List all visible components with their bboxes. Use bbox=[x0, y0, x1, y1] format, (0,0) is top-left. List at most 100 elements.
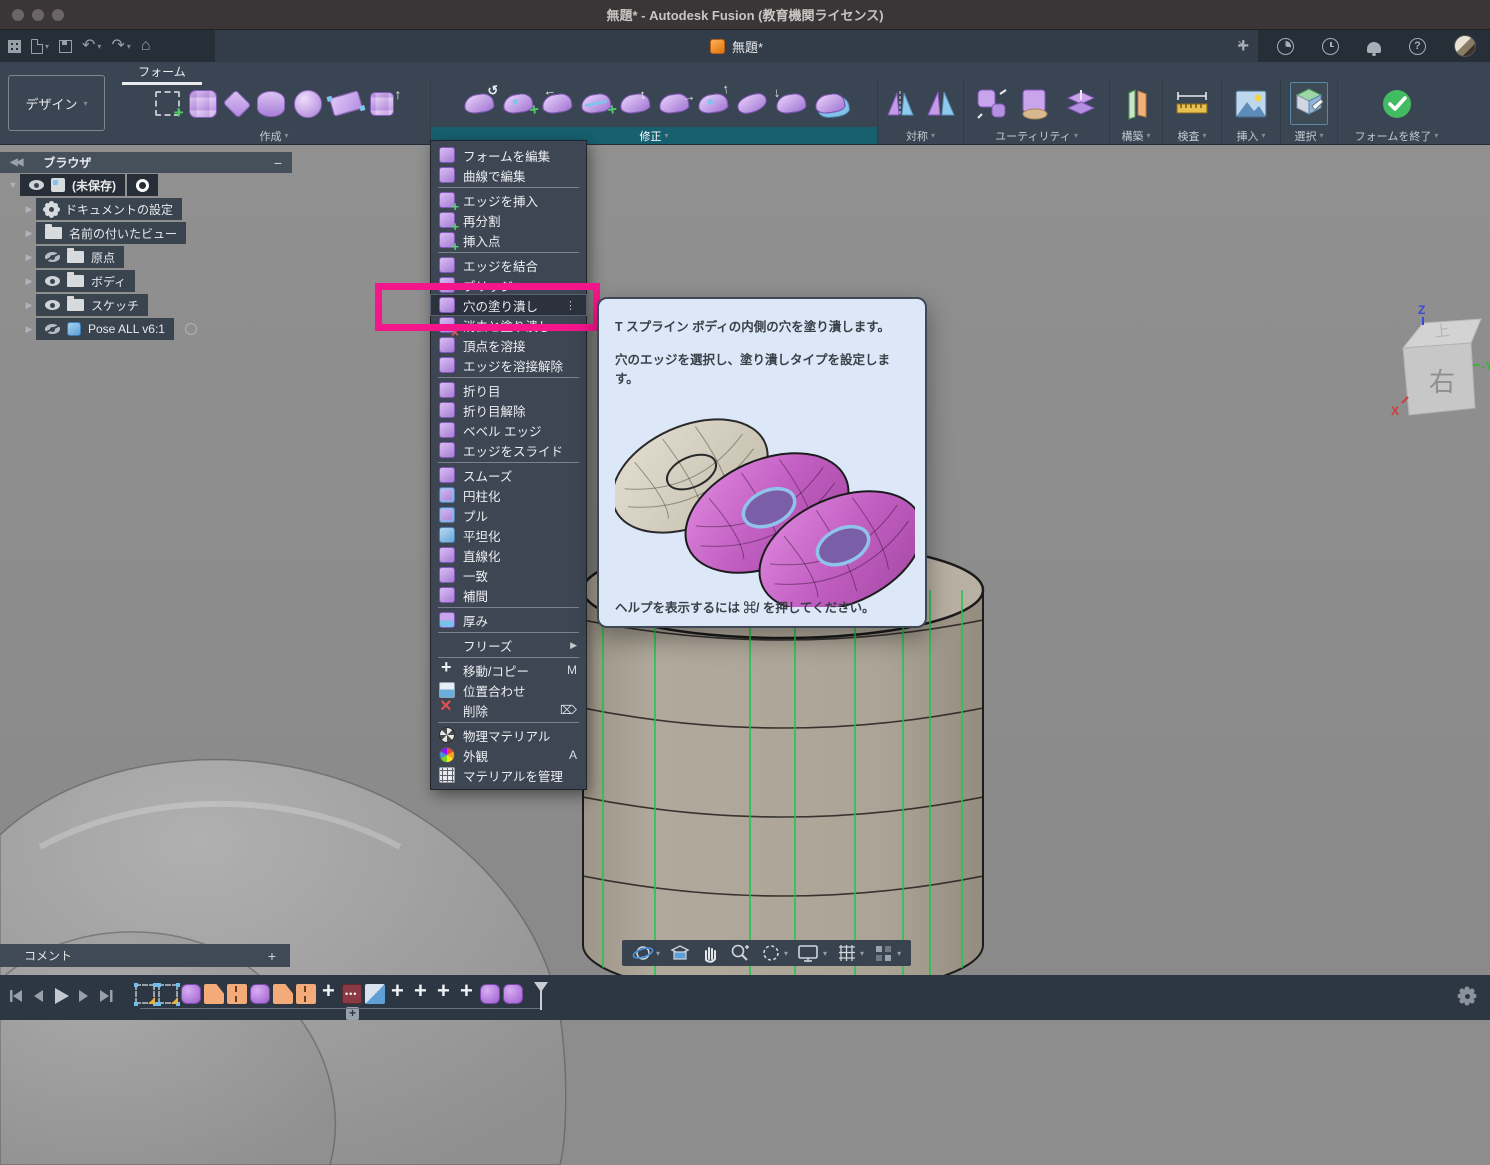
chevron-right-icon[interactable]: ▶ bbox=[22, 324, 36, 335]
chevron-right-icon[interactable]: ▶ bbox=[22, 228, 36, 239]
menu-item[interactable]: エッジをスライド bbox=[431, 440, 586, 460]
unweld-edges-icon[interactable] bbox=[774, 92, 806, 115]
timeline-feature-item[interactable] bbox=[411, 984, 431, 1004]
menu-item[interactable]: 頂点を溶接 bbox=[431, 335, 586, 355]
minimize-window-button[interactable] bbox=[32, 9, 44, 21]
menu-item[interactable]: マテリアルを管理 bbox=[431, 765, 586, 785]
timeline-feature-item[interactable] bbox=[181, 984, 201, 1004]
bridge-icon[interactable] bbox=[735, 92, 767, 115]
group-label-insert[interactable]: 挿入▾ bbox=[1222, 127, 1280, 144]
browser-tree-row[interactable]: ▶ 名前の付いたビュー bbox=[22, 221, 292, 245]
menu-item[interactable] bbox=[438, 187, 579, 188]
new-tab-button[interactable]: + bbox=[1237, 36, 1249, 56]
home-button[interactable]: ⌂ bbox=[141, 38, 151, 54]
help-icon[interactable]: ? bbox=[1409, 38, 1426, 55]
user-avatar[interactable] bbox=[1454, 35, 1476, 57]
timeline-feature-item[interactable] bbox=[158, 984, 178, 1004]
skip-to-start-button[interactable] bbox=[8, 988, 24, 1004]
browser-root-row[interactable]: ▼ (未保存) bbox=[6, 173, 292, 197]
document-tab[interactable]: 無題* × bbox=[215, 30, 1258, 62]
box-primitive-icon[interactable] bbox=[189, 90, 217, 118]
menu-item[interactable] bbox=[438, 377, 579, 378]
grid-snap-button[interactable]: ▾ bbox=[833, 943, 867, 963]
timeline-feature-item[interactable] bbox=[319, 984, 339, 1004]
face-primitive-icon[interactable] bbox=[328, 90, 362, 117]
group-label-utilities[interactable]: ユーティリティ▾ bbox=[964, 127, 1109, 144]
maximize-window-button[interactable] bbox=[52, 9, 64, 21]
menu-item[interactable]: 直線化 bbox=[431, 545, 586, 565]
step-forward-button[interactable] bbox=[77, 988, 91, 1004]
menu-item[interactable]: 平坦化 bbox=[431, 525, 586, 545]
view-cube[interactable]: 上 右 Z -Y X bbox=[1385, 303, 1490, 418]
close-window-button[interactable] bbox=[12, 9, 24, 21]
timeline-feature-item[interactable] bbox=[480, 984, 500, 1004]
menu-item[interactable]: 折り目解除 bbox=[431, 400, 586, 420]
select-tool-active-frame[interactable] bbox=[1290, 82, 1328, 125]
redo-button[interactable]: ↷▾ bbox=[111, 38, 130, 54]
crease-icon[interactable] bbox=[540, 92, 572, 115]
timeline-settings-gear-icon[interactable] bbox=[1460, 989, 1474, 1003]
display-mode-icon[interactable] bbox=[1019, 88, 1055, 120]
browser-tree-row[interactable]: ▶ 原点 bbox=[22, 245, 292, 269]
menu-item[interactable]: スムーズ bbox=[431, 465, 586, 485]
group-label-construct[interactable]: 構築▾ bbox=[1110, 127, 1162, 144]
timeline-feature-item[interactable] bbox=[365, 984, 385, 1004]
timeline-feature-item[interactable] bbox=[273, 984, 293, 1004]
timeline-feature-item[interactable] bbox=[503, 984, 523, 1004]
timeline-feature-item[interactable] bbox=[342, 984, 362, 1004]
viewports-button[interactable]: ▾ bbox=[870, 943, 904, 963]
measure-icon[interactable] bbox=[1175, 89, 1209, 119]
menu-item[interactable]: エッジを溶接解除 bbox=[431, 355, 586, 375]
create-sketch-icon[interactable] bbox=[155, 91, 180, 116]
finish-form-check-icon[interactable] bbox=[1380, 87, 1414, 121]
play-button[interactable] bbox=[52, 987, 70, 1005]
collapse-panel-icon[interactable]: ◀◀ bbox=[10, 157, 21, 168]
timeline-feature-item[interactable] bbox=[227, 984, 247, 1004]
group-label-finish-form[interactable]: フォームを終了▾ bbox=[1338, 127, 1455, 144]
viewcube-top-label[interactable]: 上 bbox=[1434, 323, 1451, 341]
menu-item[interactable]: 補間 bbox=[431, 585, 586, 605]
timeline-playhead[interactable] bbox=[533, 982, 549, 1010]
insert-edge-icon[interactable] bbox=[579, 92, 611, 115]
construction-plane-icon[interactable] bbox=[1121, 88, 1151, 120]
timeline-feature-item[interactable] bbox=[434, 984, 454, 1004]
chevron-right-icon[interactable]: ▶ bbox=[22, 276, 36, 287]
menu-item[interactable]: エッジを結合 bbox=[431, 255, 586, 275]
timeline-feature-item[interactable] bbox=[135, 984, 155, 1004]
browser-item-chip[interactable]: ボディ bbox=[36, 270, 135, 292]
chevron-right-icon[interactable]: ▶ bbox=[22, 252, 36, 263]
menu-item[interactable] bbox=[438, 462, 579, 463]
insert-point-icon[interactable] bbox=[501, 92, 533, 115]
capture-position-chip[interactable] bbox=[127, 174, 158, 196]
menu-item[interactable] bbox=[438, 722, 579, 723]
group-label-symmetry[interactable]: 対称▾ bbox=[878, 127, 963, 144]
menu-item[interactable]: 曲線で編集 bbox=[431, 165, 586, 185]
notifications-bell-icon[interactable] bbox=[1367, 42, 1381, 53]
convert-icon[interactable] bbox=[976, 88, 1010, 120]
extensions-icon[interactable] bbox=[1277, 38, 1294, 55]
display-settings-button[interactable]: ▾ bbox=[794, 943, 830, 963]
menu-item[interactable]: 挿入点 bbox=[431, 230, 586, 250]
extrude-icon[interactable] bbox=[370, 92, 394, 116]
browser-item-chip[interactable]: ドキュメントの設定 bbox=[36, 198, 182, 220]
menu-item[interactable]: 移動/コピー M bbox=[431, 660, 586, 680]
browser-tree-row[interactable]: ▶ スケッチ bbox=[22, 293, 292, 317]
step-back-button[interactable] bbox=[31, 988, 45, 1004]
plane-primitive-icon[interactable] bbox=[222, 89, 251, 118]
browser-tree-row[interactable]: ▶ ドキュメントの設定 bbox=[22, 197, 292, 221]
menu-item[interactable]: 円柱化 bbox=[431, 485, 586, 505]
menu-item[interactable] bbox=[438, 607, 579, 608]
visibility-eye-icon[interactable] bbox=[45, 276, 60, 286]
visibility-eye-icon[interactable] bbox=[45, 324, 60, 334]
browser-item-chip[interactable]: スケッチ bbox=[36, 294, 148, 316]
chevron-right-icon[interactable]: ▶ bbox=[22, 300, 36, 311]
timeline-feature-item[interactable] bbox=[250, 984, 270, 1004]
flatten-icon[interactable] bbox=[657, 92, 689, 115]
job-status-icon[interactable] bbox=[1322, 38, 1339, 55]
orbit-button[interactable]: ▾ bbox=[629, 943, 663, 963]
menu-item[interactable]: フリーズ ▶ bbox=[431, 635, 586, 655]
menu-item[interactable]: ベベル エッジ bbox=[431, 420, 586, 440]
subdivide-icon[interactable] bbox=[618, 92, 650, 115]
weld-vertices-icon[interactable] bbox=[696, 92, 728, 115]
cylinder-primitive-icon[interactable] bbox=[257, 91, 285, 117]
